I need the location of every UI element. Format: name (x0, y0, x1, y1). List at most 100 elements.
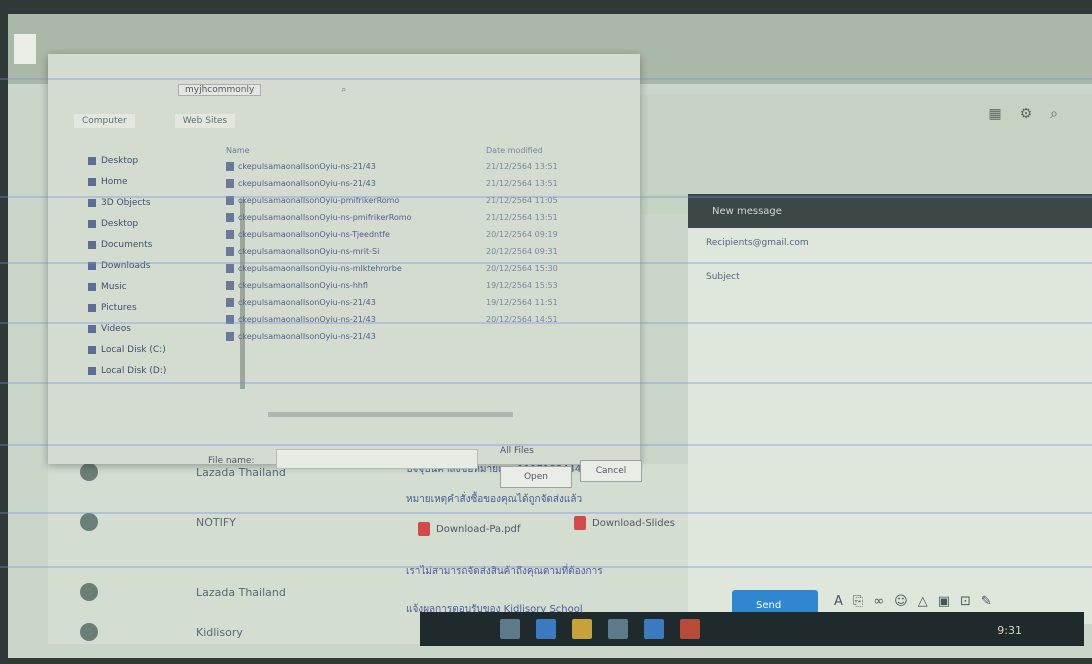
file-row[interactable]: ckepulsamaonalIsonOyiu-ns-Tjeedntfe 20/12… (226, 226, 626, 243)
sidebar-item[interactable]: Desktop (88, 213, 214, 234)
file-row[interactable]: ckepulsamaonalIsonOyiu-ns-21/43 21/12/256… (226, 158, 626, 175)
grid-icon[interactable]: ▦ (988, 106, 1001, 122)
sidebar-item[interactable]: Local Disk (C:) (88, 339, 214, 360)
file-name: ckepulsamaonalIsonOyiu-ns-pmifrikerRomo (238, 213, 412, 222)
file-name: ckepulsamaonalIsonOyiu-ns-hhfl (238, 281, 368, 290)
scanline (0, 566, 1092, 568)
file-name-cell: ckepulsamaonalIsonOyiu-ns-hhfl (226, 281, 486, 290)
file-name-input[interactable] (276, 449, 478, 469)
avatar (80, 583, 98, 601)
mail-icon[interactable] (644, 619, 664, 639)
column-name[interactable]: Name (226, 146, 486, 155)
format-icon[interactable]: A (834, 594, 843, 609)
mail-sender: Lazada Thailand (196, 585, 286, 599)
window-corner (14, 34, 36, 64)
file-row[interactable]: ckepulsamaonalIsonOyiu-ns-hhfl 19/12/2564… (226, 277, 626, 294)
file-row[interactable]: ckepulsamaonalIsonOyiu-ns-21/43 19/12/256… (226, 294, 626, 311)
attach-icon[interactable]: ⎘ (853, 594, 863, 609)
chrome-icon[interactable] (680, 619, 700, 639)
sidebar-item-label: Documents (101, 239, 153, 250)
settings-icon[interactable]: ⚙ (1020, 106, 1033, 122)
start-icon[interactable] (500, 619, 520, 639)
sidebar-item[interactable]: Home (88, 171, 214, 192)
lock-icon[interactable]: ⊡ (960, 594, 971, 609)
sidebar-item[interactable]: Music (88, 276, 214, 297)
tab-computer[interactable]: Computer (74, 114, 135, 128)
file-rows: ckepulsamaonalIsonOyiu-ns-21/43 21/12/256… (226, 158, 626, 345)
sidebar-item-label: Desktop (101, 155, 139, 166)
dialog-sidebar: Desktop Home 3D Objects Desktop Document… (88, 150, 214, 380)
file-type-select[interactable]: All Files (500, 446, 534, 456)
file-row[interactable]: ckepulsamaonalIsonOyiu-ns-mrit-Si 20/12/2… (226, 243, 626, 260)
file-name-cell: ckepulsamaonalIsonOyiu-ns-pmifrikerRomo (226, 213, 486, 222)
sidebar-item[interactable]: Local Disk (D:) (88, 360, 214, 381)
sidebar-item[interactable]: Pictures (88, 297, 214, 318)
disk-icon (88, 366, 96, 375)
column-date[interactable]: Date modified (486, 146, 606, 155)
file-name-cell: ckepulsamaonalIsonOyiu-ns-21/43 (226, 162, 486, 171)
sidebar-item-label: Local Disk (D:) (101, 365, 167, 376)
avatar (80, 513, 98, 531)
scanline (0, 262, 1092, 264)
compose-title: New message (688, 194, 1092, 228)
path-breadcrumb[interactable]: myjhcommonly (178, 84, 262, 96)
explorer-icon[interactable] (572, 619, 592, 639)
edge-icon[interactable] (536, 619, 556, 639)
drive-icon[interactable]: △ (918, 594, 928, 609)
scanline (0, 196, 1092, 198)
link-icon[interactable]: ∞ (873, 594, 884, 609)
file-date: 21/12/2564 13:51 (486, 179, 558, 188)
file-name-cell: ckepulsamaonalIsonOyiu-ns-21/43 (226, 332, 486, 341)
pdf-icon (574, 516, 586, 530)
search-icon[interactable]: ⌕ (1050, 106, 1058, 122)
dialog-toolbar: myjhcommonly ⌕ (48, 80, 640, 100)
tab-web-sites[interactable]: Web Sites (174, 114, 236, 128)
sidebar-item-label: Pictures (101, 302, 137, 313)
pdf-icon (418, 522, 430, 536)
attachment-name: Download-Slides (592, 517, 675, 529)
mail-row[interactable]: Lazada Thailand (56, 574, 676, 610)
file-date: 20/12/2564 09:19 (486, 230, 558, 239)
file-list-scrollbar[interactable] (268, 412, 513, 417)
subject-field[interactable]: Subject (706, 272, 740, 282)
sidebar-item-label: Music (101, 281, 127, 292)
cancel-button[interactable]: Cancel (580, 460, 642, 482)
file-name: ckepulsamaonalIsonOyiu-ns-Tjeedntfe (238, 230, 390, 239)
file-row[interactable]: ckepulsamaonalIsonOyiu-ns-pmifrikerRomo 2… (226, 209, 626, 226)
open-button[interactable]: Open (500, 466, 572, 488)
scanline (0, 382, 1092, 384)
send-label: Send (756, 599, 782, 611)
attachment[interactable]: Download-Slides (574, 516, 675, 530)
cancel-label: Cancel (595, 466, 627, 476)
sidebar-item[interactable]: Documents (88, 234, 214, 255)
disk-icon (88, 345, 96, 354)
file-row[interactable]: ckepulsamaonalIsonOyiu-ns-21/43 20/12/256… (226, 311, 626, 328)
mail-snippet: หมายเหตุคำสั่งซื้อของคุณได้ถูกจัดส่งแล้ว (406, 494, 583, 505)
monitor-screen: ▦ ⚙ ⌕ Lazada Thailand ปัจจุบันคำสั่งซื้อ… (8, 14, 1092, 658)
background-toolbar: ▦ ⚙ ⌕ (988, 106, 1058, 122)
emoji-icon[interactable]: ☺ (894, 594, 908, 609)
file-icon (226, 213, 234, 222)
file-name-cell: ckepulsamaonalIsonOyiu-ns-mrit-Si (226, 247, 486, 256)
file-name: ckepulsamaonalIsonOyiu-ns-mrit-Si (238, 247, 380, 256)
sidebar-item-label: Local Disk (C:) (101, 344, 166, 355)
attachment-name: Download-Pa.pdf (436, 523, 521, 535)
file-row[interactable]: ckepulsamaonalIsonOyiu-ns-21/43 21/12/256… (226, 175, 626, 192)
file-row[interactable]: ckepulsamaonalIsonOyiu-pmifrikerRomo 21/1… (226, 192, 626, 209)
sidebar-item[interactable]: Downloads (88, 255, 214, 276)
search-icon[interactable]: ⌕ (341, 85, 346, 95)
file-list: Name Date modified ckepulsamaonalIsonOyi… (226, 142, 626, 392)
sidebar-item-label: 3D Objects (101, 197, 151, 208)
file-name-label: File name: (208, 456, 255, 466)
sidebar-item[interactable]: Desktop (88, 150, 214, 171)
store-icon[interactable] (608, 619, 628, 639)
attachment[interactable]: Download-Pa.pdf (418, 522, 520, 536)
file-icon (226, 281, 234, 290)
photo-icon[interactable]: ▣ (938, 594, 950, 609)
file-date: 19/12/2564 15:53 (486, 281, 558, 290)
file-icon (226, 179, 234, 188)
pen-icon[interactable]: ✎ (981, 594, 992, 609)
file-row[interactable]: ckepulsamaonalIsonOyiu-ns-21/43 (226, 328, 626, 345)
file-icon (226, 264, 234, 273)
recipient-field[interactable]: Recipients@gmail.com (706, 238, 809, 248)
